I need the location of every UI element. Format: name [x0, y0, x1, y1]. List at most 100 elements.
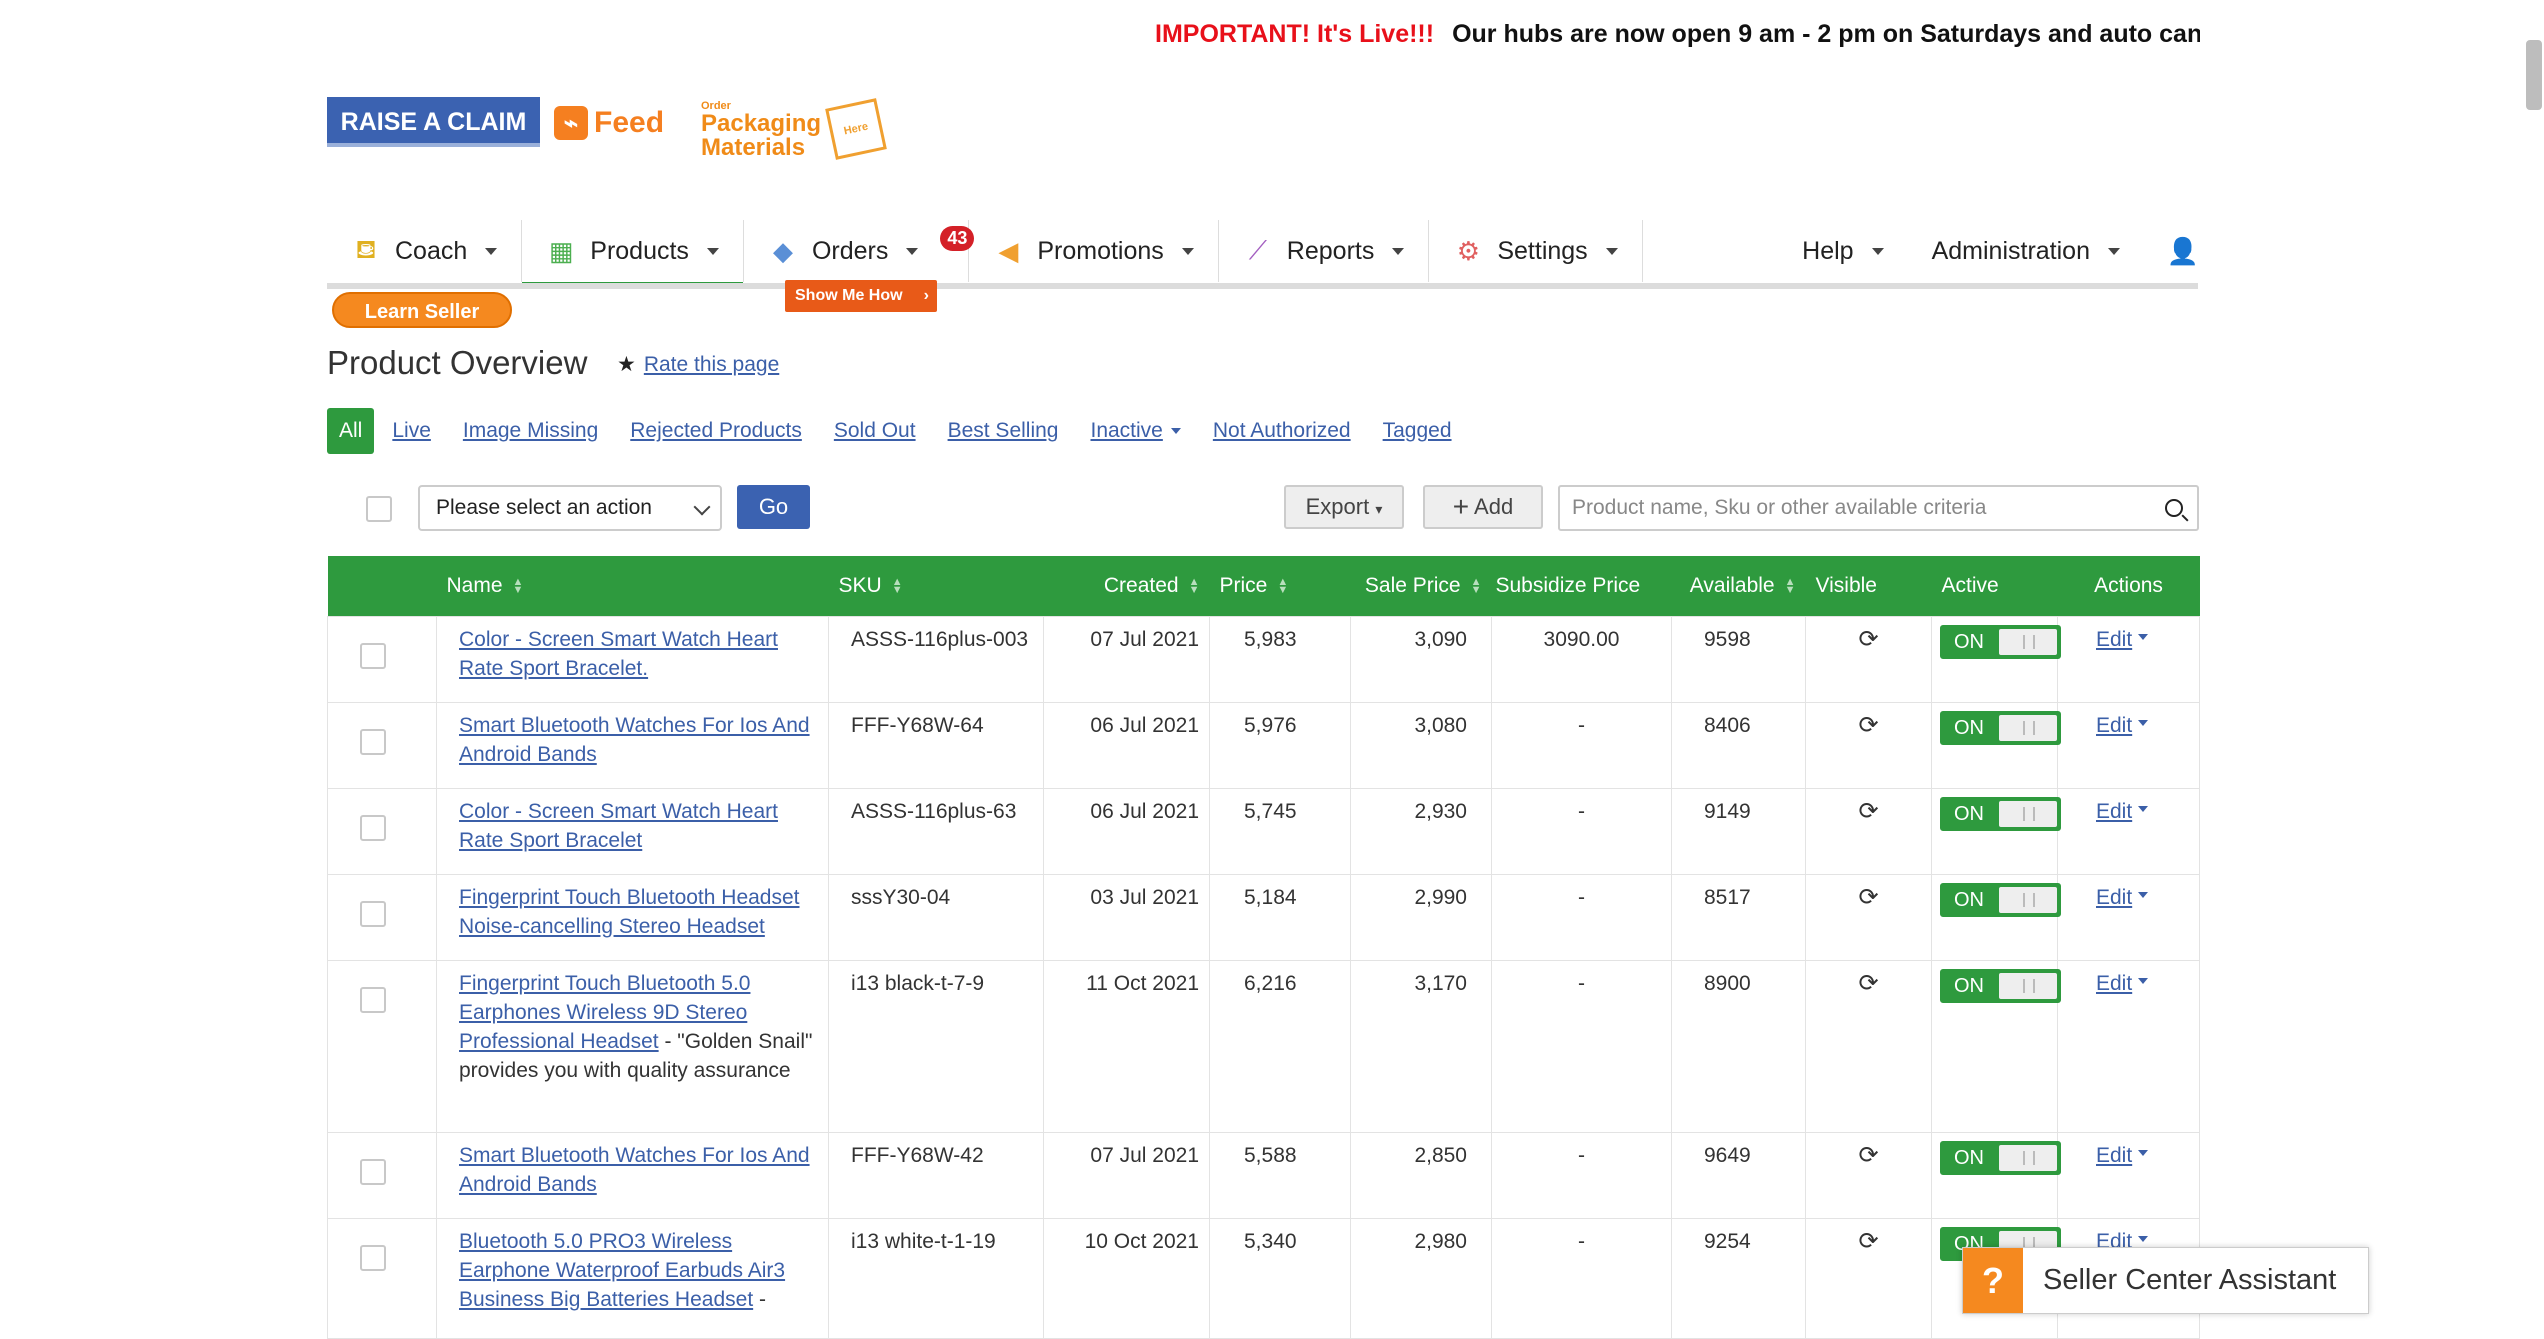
- sale-price-cell: 3,170: [1350, 959, 1492, 1133]
- nav-reports-label: Reports: [1286, 236, 1375, 265]
- product-name-cell: Smart Bluetooth Watches For Ios And Andr…: [436, 701, 829, 789]
- filter-image-missing[interactable]: Image Missing: [463, 419, 598, 443]
- sync-icon[interactable]: ⟳: [1858, 1142, 1878, 1169]
- rate-page-link[interactable]: Rate this page: [644, 353, 779, 377]
- header-created[interactable]: Created ▲ ▼: [1043, 556, 1210, 616]
- row-checkbox[interactable]: [360, 814, 386, 841]
- header-sku[interactable]: SKU ▲ ▼: [828, 556, 1044, 616]
- created-cell: 11 Oct 2021: [1043, 959, 1210, 1133]
- filter-all[interactable]: All: [327, 408, 375, 454]
- search-input[interactable]: [1570, 487, 2134, 529]
- active-toggle[interactable]: ON: [1940, 624, 2061, 659]
- chevron-down-icon: [906, 247, 919, 255]
- filter-tagged[interactable]: Tagged: [1383, 419, 1452, 443]
- filter-tabs: All Live Image Missing Rejected Products…: [327, 408, 1452, 454]
- filter-live[interactable]: Live: [392, 419, 431, 443]
- learn-seller-coach-button[interactable]: Learn Seller Coach: [332, 292, 512, 359]
- row-checkbox[interactable]: [360, 1244, 386, 1271]
- sort-icon[interactable]: ▲ ▼: [1471, 577, 1482, 596]
- product-name-link[interactable]: Fingerprint Touch Bluetooth Headset Nois…: [459, 886, 800, 938]
- nav-settings[interactable]: ⚙ Settings: [1429, 220, 1643, 282]
- select-all-checkbox[interactable]: [366, 496, 392, 522]
- go-button[interactable]: Go: [737, 485, 810, 529]
- header-visible: Visible: [1805, 556, 1932, 616]
- active-toggle[interactable]: ON: [1940, 882, 2061, 917]
- edit-link[interactable]: Edit: [2096, 972, 2132, 995]
- scrollbar-thumb[interactable]: [2526, 40, 2542, 110]
- product-name-link[interactable]: Color - Screen Smart Watch Heart Rate Sp…: [459, 628, 778, 680]
- product-name-link[interactable]: Color - Screen Smart Watch Heart Rate Sp…: [459, 800, 778, 852]
- sort-icon[interactable]: ▲ ▼: [1785, 577, 1796, 596]
- sync-icon[interactable]: ⟳: [1858, 626, 1878, 653]
- edit-dropdown[interactable]: Edit: [2096, 628, 2149, 651]
- filter-best-selling[interactable]: Best Selling: [948, 419, 1059, 443]
- nav-administration[interactable]: Administration: [1908, 220, 2144, 282]
- nav-promotions[interactable]: ◀ Promotions: [969, 220, 1219, 282]
- nav-products[interactable]: ▦ Products: [522, 220, 744, 289]
- sync-icon[interactable]: ⟳: [1858, 798, 1878, 825]
- sort-icon[interactable]: ▲ ▼: [1277, 577, 1288, 596]
- edit-dropdown[interactable]: Edit: [2096, 1144, 2149, 1167]
- show-me-how-button[interactable]: Show Me How ›: [785, 280, 937, 312]
- header-sale-price[interactable]: Sale Price ▲ ▼: [1350, 556, 1492, 616]
- row-select-cell: [327, 615, 437, 703]
- edit-dropdown[interactable]: Edit: [2096, 886, 2149, 909]
- sync-icon[interactable]: ⟳: [1858, 970, 1878, 997]
- nav-user-alert[interactable]: 👤: [2144, 220, 2199, 282]
- active-toggle[interactable]: ON: [1940, 796, 2061, 831]
- edit-link[interactable]: Edit: [2096, 1144, 2132, 1167]
- product-name-link[interactable]: Smart Bluetooth Watches For Ios And Andr…: [459, 1144, 810, 1196]
- header-name[interactable]: Name ▲ ▼: [436, 556, 829, 616]
- product-name-link[interactable]: Smart Bluetooth Watches For Ios And Andr…: [459, 714, 810, 766]
- row-checkbox[interactable]: [360, 728, 386, 755]
- packaging-materials-link[interactable]: Order Packaging Materials: [701, 101, 821, 160]
- sort-icon[interactable]: ▲ ▼: [1189, 577, 1200, 596]
- row-checkbox[interactable]: [360, 986, 386, 1013]
- product-name-link[interactable]: Bluetooth 5.0 PRO3 Wireless Earphone Wat…: [459, 1230, 785, 1311]
- filter-not-authorized[interactable]: Not Authorized: [1213, 419, 1351, 443]
- edit-dropdown[interactable]: Edit: [2096, 972, 2149, 995]
- sort-icon[interactable]: ▲ ▼: [513, 577, 524, 596]
- search-icon[interactable]: [2165, 499, 2183, 517]
- row-checkbox[interactable]: [360, 900, 386, 927]
- header-sale-price-label: Sale Price: [1364, 573, 1461, 597]
- rate-page[interactable]: ★ Rate this page: [617, 352, 779, 377]
- filter-inactive-dropdown[interactable]: Inactive: [1090, 419, 1181, 443]
- feed-link[interactable]: ⌁ Feed: [554, 100, 664, 146]
- sync-icon[interactable]: ⟳: [1858, 1228, 1878, 1255]
- edit-dropdown[interactable]: Edit: [2096, 800, 2149, 823]
- edit-link[interactable]: Edit: [2096, 886, 2132, 909]
- sync-icon[interactable]: ⟳: [1858, 712, 1878, 739]
- edit-link[interactable]: Edit: [2096, 800, 2132, 823]
- nav-reports[interactable]: ⟋ Reports: [1219, 220, 1430, 282]
- active-toggle[interactable]: ON: [1940, 1140, 2061, 1175]
- bulk-action-select[interactable]: Please select an action: [418, 485, 722, 531]
- chevron-down-icon: [2138, 1235, 2149, 1242]
- nav-coach[interactable]: ⛾ Coach: [327, 220, 523, 282]
- add-label: Add: [1474, 494, 1514, 519]
- row-checkbox[interactable]: [360, 642, 386, 669]
- add-button[interactable]: + Add: [1423, 485, 1543, 529]
- sale-price-cell: 3,080: [1350, 701, 1492, 789]
- sync-icon[interactable]: ⟳: [1858, 884, 1878, 911]
- header-available[interactable]: Available ▲ ▼: [1671, 556, 1806, 616]
- header-price[interactable]: Price ▲ ▼: [1209, 556, 1351, 616]
- edit-link[interactable]: Edit: [2096, 628, 2132, 651]
- filter-inactive[interactable]: Inactive: [1090, 419, 1162, 442]
- filter-sold-out[interactable]: Sold Out: [834, 419, 916, 443]
- row-checkbox[interactable]: [360, 1158, 386, 1185]
- available-cell: 8406: [1671, 701, 1806, 789]
- active-toggle[interactable]: ON: [1940, 968, 2061, 1003]
- filter-rejected-products[interactable]: Rejected Products: [630, 419, 802, 443]
- active-toggle[interactable]: ON: [1940, 710, 2061, 745]
- nav-help[interactable]: Help: [1778, 220, 1907, 282]
- sort-icon[interactable]: ▲ ▼: [892, 577, 903, 596]
- chevron-down-icon: [1605, 247, 1618, 255]
- nav-orders[interactable]: ◆ Orders 43: [744, 220, 975, 282]
- seller-center-assistant[interactable]: ? Seller Center Assistant: [1962, 1247, 2369, 1314]
- export-button[interactable]: Export ▾: [1284, 485, 1404, 529]
- edit-dropdown[interactable]: Edit: [2096, 714, 2149, 737]
- raise-claim-banner[interactable]: RAISE A CLAIM: [327, 97, 540, 147]
- edit-link[interactable]: Edit: [2096, 714, 2132, 737]
- nav-administration-label: Administration: [1931, 236, 2090, 265]
